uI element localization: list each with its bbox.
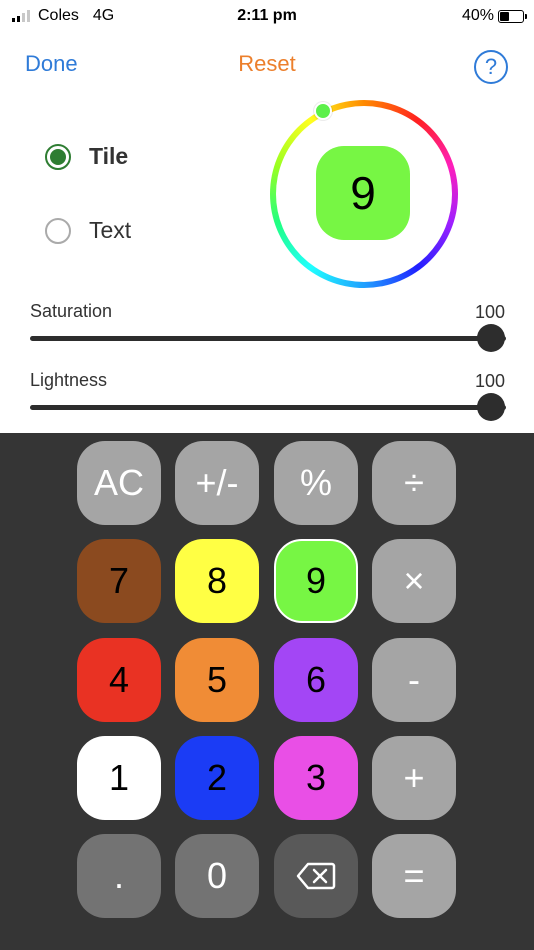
key-1[interactable]: 1: [77, 736, 161, 820]
status-right: 40%: [461, 7, 527, 25]
reset-button[interactable]: Reset: [238, 51, 295, 76]
key-plus-minus[interactable]: +/-: [175, 441, 259, 525]
option-tile-label: Tile: [89, 143, 129, 169]
preview-tile: 9: [316, 146, 410, 240]
option-text-label: Text: [89, 217, 132, 243]
status-bar: Coles 4G 2:11 pm 40%: [0, 0, 534, 32]
key-multiply[interactable]: ×: [372, 539, 456, 623]
radio-text[interactable]: [45, 217, 71, 244]
lightness-label: Lightness: [30, 370, 108, 390]
radio-tile[interactable]: [45, 143, 71, 170]
help-button[interactable]: ?: [474, 50, 508, 84]
key-9[interactable]: 9: [274, 539, 358, 623]
backspace-icon: [296, 862, 336, 890]
saturation-label: Saturation: [30, 301, 113, 321]
toolbar: Done Reset ?: [0, 48, 534, 84]
battery-percent: 40%: [461, 7, 494, 24]
key-decimal[interactable]: .: [77, 834, 161, 918]
hue-knob[interactable]: [314, 102, 332, 120]
option-tile[interactable]: Tile: [45, 143, 128, 170]
hue-wheel[interactable]: 9: [270, 100, 458, 288]
key-8[interactable]: 8: [175, 539, 259, 623]
key-7[interactable]: 7: [77, 539, 161, 623]
lightness-slider[interactable]: [30, 405, 506, 410]
key-3[interactable]: 3: [274, 736, 358, 820]
lightness-slider-thumb[interactable]: [477, 393, 505, 421]
done-button[interactable]: Done: [25, 51, 78, 77]
key-4[interactable]: 4: [77, 638, 161, 722]
key-divide[interactable]: ÷: [372, 441, 456, 525]
reset-button-wrap: Reset: [0, 51, 534, 77]
status-time: 2:11 pm: [237, 7, 297, 24]
lightness-value: 100: [474, 371, 505, 391]
saturation-slider-thumb[interactable]: [477, 324, 505, 352]
key-0[interactable]: 0: [175, 834, 259, 918]
saturation-value: 100: [474, 302, 505, 322]
key-backspace[interactable]: [274, 834, 358, 918]
saturation-slider[interactable]: [30, 336, 506, 341]
option-text[interactable]: Text: [45, 217, 131, 244]
battery-icon: [498, 9, 527, 23]
key-equals[interactable]: =: [372, 834, 456, 918]
key-minus[interactable]: -: [372, 638, 456, 722]
key-plus[interactable]: +: [372, 736, 456, 820]
key-2[interactable]: 2: [175, 736, 259, 820]
key-ac[interactable]: AC: [77, 441, 161, 525]
key-5[interactable]: 5: [175, 638, 259, 722]
keypad: AC +/- % ÷ 7 8 9 × 4 5 6 - 1 2 3 + . 0 =: [0, 433, 534, 950]
key-6[interactable]: 6: [274, 638, 358, 722]
key-percent[interactable]: %: [274, 441, 358, 525]
